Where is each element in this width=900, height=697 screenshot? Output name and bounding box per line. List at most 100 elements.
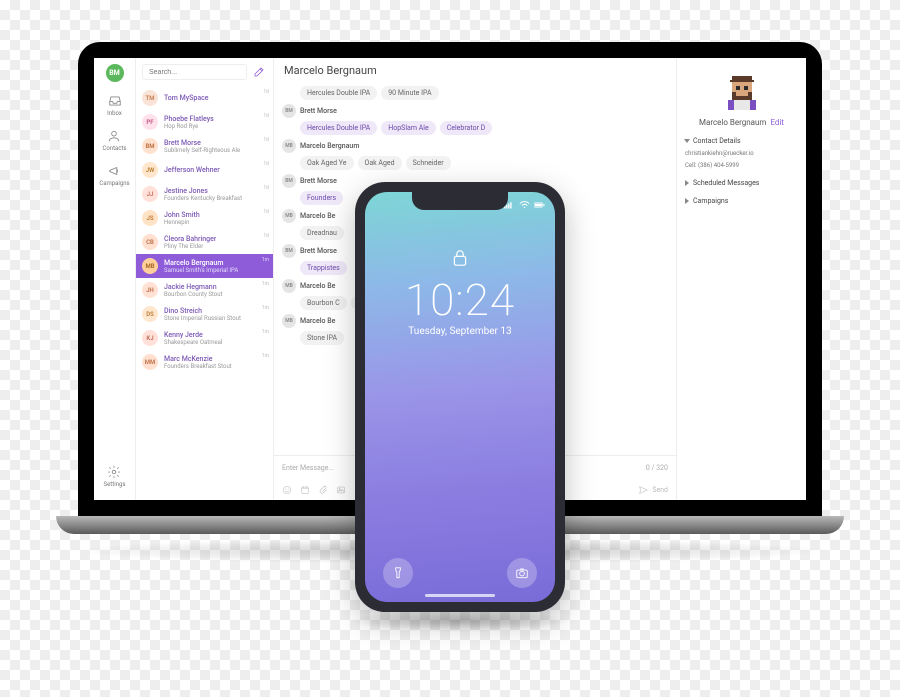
contact-row[interactable]: KJ Kenny JerdeShakespeare Oatmeal 1m xyxy=(136,326,273,350)
contact-time: 1d xyxy=(263,233,269,239)
contact-row[interactable]: MMMarc McKenzieFounders Breakfast Stout1… xyxy=(136,350,273,374)
phone-shadow xyxy=(350,610,570,632)
lock-icon xyxy=(452,248,468,268)
section-scheduled[interactable]: Scheduled Messages xyxy=(685,179,798,187)
message-chip: Bourbon C xyxy=(300,296,347,310)
message-avatar: BM xyxy=(282,174,296,188)
message-group: Hercules Double IPA 90 Minute IPA xyxy=(282,86,668,100)
contact-avatar xyxy=(722,72,762,112)
contact-avatar-initials: JJ xyxy=(142,186,158,202)
nav-contacts-label: Contacts xyxy=(102,145,126,152)
message-chip: Hercules Double IPA xyxy=(300,86,377,100)
send-button[interactable]: Send xyxy=(638,485,668,495)
contact-subtext: Founders Breakfast Stout xyxy=(164,363,232,370)
contact-subtext: Bourbon County Stout xyxy=(164,291,223,298)
message-chip: 90 Minute IPA xyxy=(381,86,438,100)
contact-subtext: Shakespeare Oatmeal xyxy=(164,339,222,346)
nav-contacts[interactable]: Contacts xyxy=(102,129,126,152)
home-indicator[interactable] xyxy=(425,594,495,597)
contact-subtext: Pliny The Elder xyxy=(164,243,216,250)
flashlight-button[interactable] xyxy=(383,558,413,588)
phone-date: Tuesday, September 13 xyxy=(408,326,511,337)
message-from: Brett Morse xyxy=(300,247,337,255)
contact-row[interactable]: TMTom MySpace1d xyxy=(136,86,273,110)
thread-header: Marcelo Bergnaum xyxy=(274,58,676,83)
contact-time: 1m xyxy=(262,305,269,311)
message-chip: Celebrator D xyxy=(440,121,493,135)
contacts-column: TM Tom MySpace 1d PF Phoebe FlatleysHop Rod … xyxy=(136,58,274,500)
details-column: Marcelo Bergnaum Edit Contact Details ch… xyxy=(676,58,806,500)
contact-name: Jestine Jones xyxy=(164,187,242,195)
contact-row[interactable]: JSJohn SmithHennepin1d xyxy=(136,206,273,230)
nav-inbox[interactable]: Inbox xyxy=(107,94,122,117)
contact-time: 1m xyxy=(262,329,269,335)
message-avatar: BM xyxy=(282,244,296,258)
search-input[interactable] xyxy=(142,64,247,80)
compose-button[interactable] xyxy=(251,64,267,80)
search-row xyxy=(136,58,273,86)
gear-icon xyxy=(107,465,121,479)
composer-placeholder: Enter Message... xyxy=(282,464,334,472)
contact-name: Marcelo Bergnaum xyxy=(164,259,238,267)
camera-button[interactable] xyxy=(507,558,537,588)
contact-subtext: Hop Rod Rye xyxy=(164,123,214,130)
contact-row[interactable]: MB Marcelo BergnaumSamuel Smith's Imperia… xyxy=(136,254,273,278)
contact-row[interactable]: CBCleora BahringerPliny The Elder1d xyxy=(136,230,273,254)
contact-name: Phoebe Flatleys xyxy=(164,115,214,123)
phone-notch xyxy=(412,192,508,210)
message-avatar: MB xyxy=(282,314,296,328)
contact-avatar-initials: KJ xyxy=(142,330,158,346)
contact-subtext: Hennepin xyxy=(164,219,200,226)
nav-campaigns[interactable]: Campaigns xyxy=(99,164,129,187)
details-cell: Cell: (386) 404-5999 xyxy=(685,162,798,169)
contact-row[interactable]: JWJefferson Wehner1d xyxy=(136,158,273,182)
section-contact-details[interactable]: Contact Details xyxy=(685,137,798,145)
contact-row[interactable]: JJJestine JonesFounders Kentucky Breakfa… xyxy=(136,182,273,206)
section-campaigns[interactable]: Campaigns xyxy=(685,197,798,205)
contact-avatar-initials: JS xyxy=(142,210,158,226)
flashlight-icon xyxy=(391,566,405,580)
contact-row[interactable]: BMBrett MorseSublimely Self-Righteous Al… xyxy=(136,134,273,158)
contact-row[interactable]: JH Jackie HegmannBourbon County Stout 1m xyxy=(136,278,273,302)
contact-row[interactable]: DSDino StreichStone Imperial Russian Sto… xyxy=(136,302,273,326)
contact-name: Kenny Jerde xyxy=(164,331,222,339)
contact-avatar-initials: MB xyxy=(142,258,158,274)
message-avatar: MB xyxy=(282,279,296,293)
contact-subtext: Stone Imperial Russian Stout xyxy=(164,315,241,322)
battery-icon xyxy=(534,201,545,209)
contact-name: Jackie Hegmann xyxy=(164,283,223,291)
emoji-icon[interactable] xyxy=(282,485,292,495)
send-icon xyxy=(638,485,648,495)
nav-settings[interactable]: Settings xyxy=(104,465,126,488)
message-avatar: MB xyxy=(282,209,296,223)
nav-campaigns-label: Campaigns xyxy=(99,180,129,187)
contact-name: Tom MySpace xyxy=(164,94,209,102)
contact-time: 1m xyxy=(262,281,269,287)
contact-list: TM Tom MySpace 1d PF Phoebe FlatleysHop Rod … xyxy=(136,86,273,500)
contact-avatar-initials: PF xyxy=(142,114,158,130)
calendar-icon[interactable] xyxy=(300,485,310,495)
phone-frame: 10:24 Tuesday, September 13 xyxy=(355,182,565,612)
message-chip: Oak Aged Ye xyxy=(300,156,354,170)
message-from: Brett Morse xyxy=(300,177,337,185)
contact-avatar-initials: DS xyxy=(142,306,158,322)
compose-icon xyxy=(253,66,265,78)
contact-avatar-initials: CB xyxy=(142,234,158,250)
message-from: Marcelo Be xyxy=(300,282,335,290)
contact-name: Marc McKenzie xyxy=(164,355,232,363)
message-avatar: BM xyxy=(282,104,296,118)
contact-name: John Smith xyxy=(164,211,200,219)
contact-avatar-initials: TM xyxy=(142,90,158,106)
contact-row[interactable]: PFPhoebe FlatleysHop Rod Rye1d xyxy=(136,110,273,134)
edit-link[interactable]: Edit xyxy=(770,118,784,127)
message-chip: Oak Aged xyxy=(358,156,402,170)
image-icon[interactable] xyxy=(336,485,346,495)
contact-avatar-initials: JH xyxy=(142,282,158,298)
phone-time: 10:24 xyxy=(405,274,515,326)
message-chip: Founders xyxy=(300,191,343,205)
contact-subtext: Samuel Smith's Imperial IPA xyxy=(164,267,238,274)
message-chip: HopSlam Ale xyxy=(381,121,435,135)
message-chip: Trappistes xyxy=(300,261,347,275)
attach-icon[interactable] xyxy=(318,485,328,495)
phone-lockscreen: 10:24 Tuesday, September 13 xyxy=(365,192,555,602)
